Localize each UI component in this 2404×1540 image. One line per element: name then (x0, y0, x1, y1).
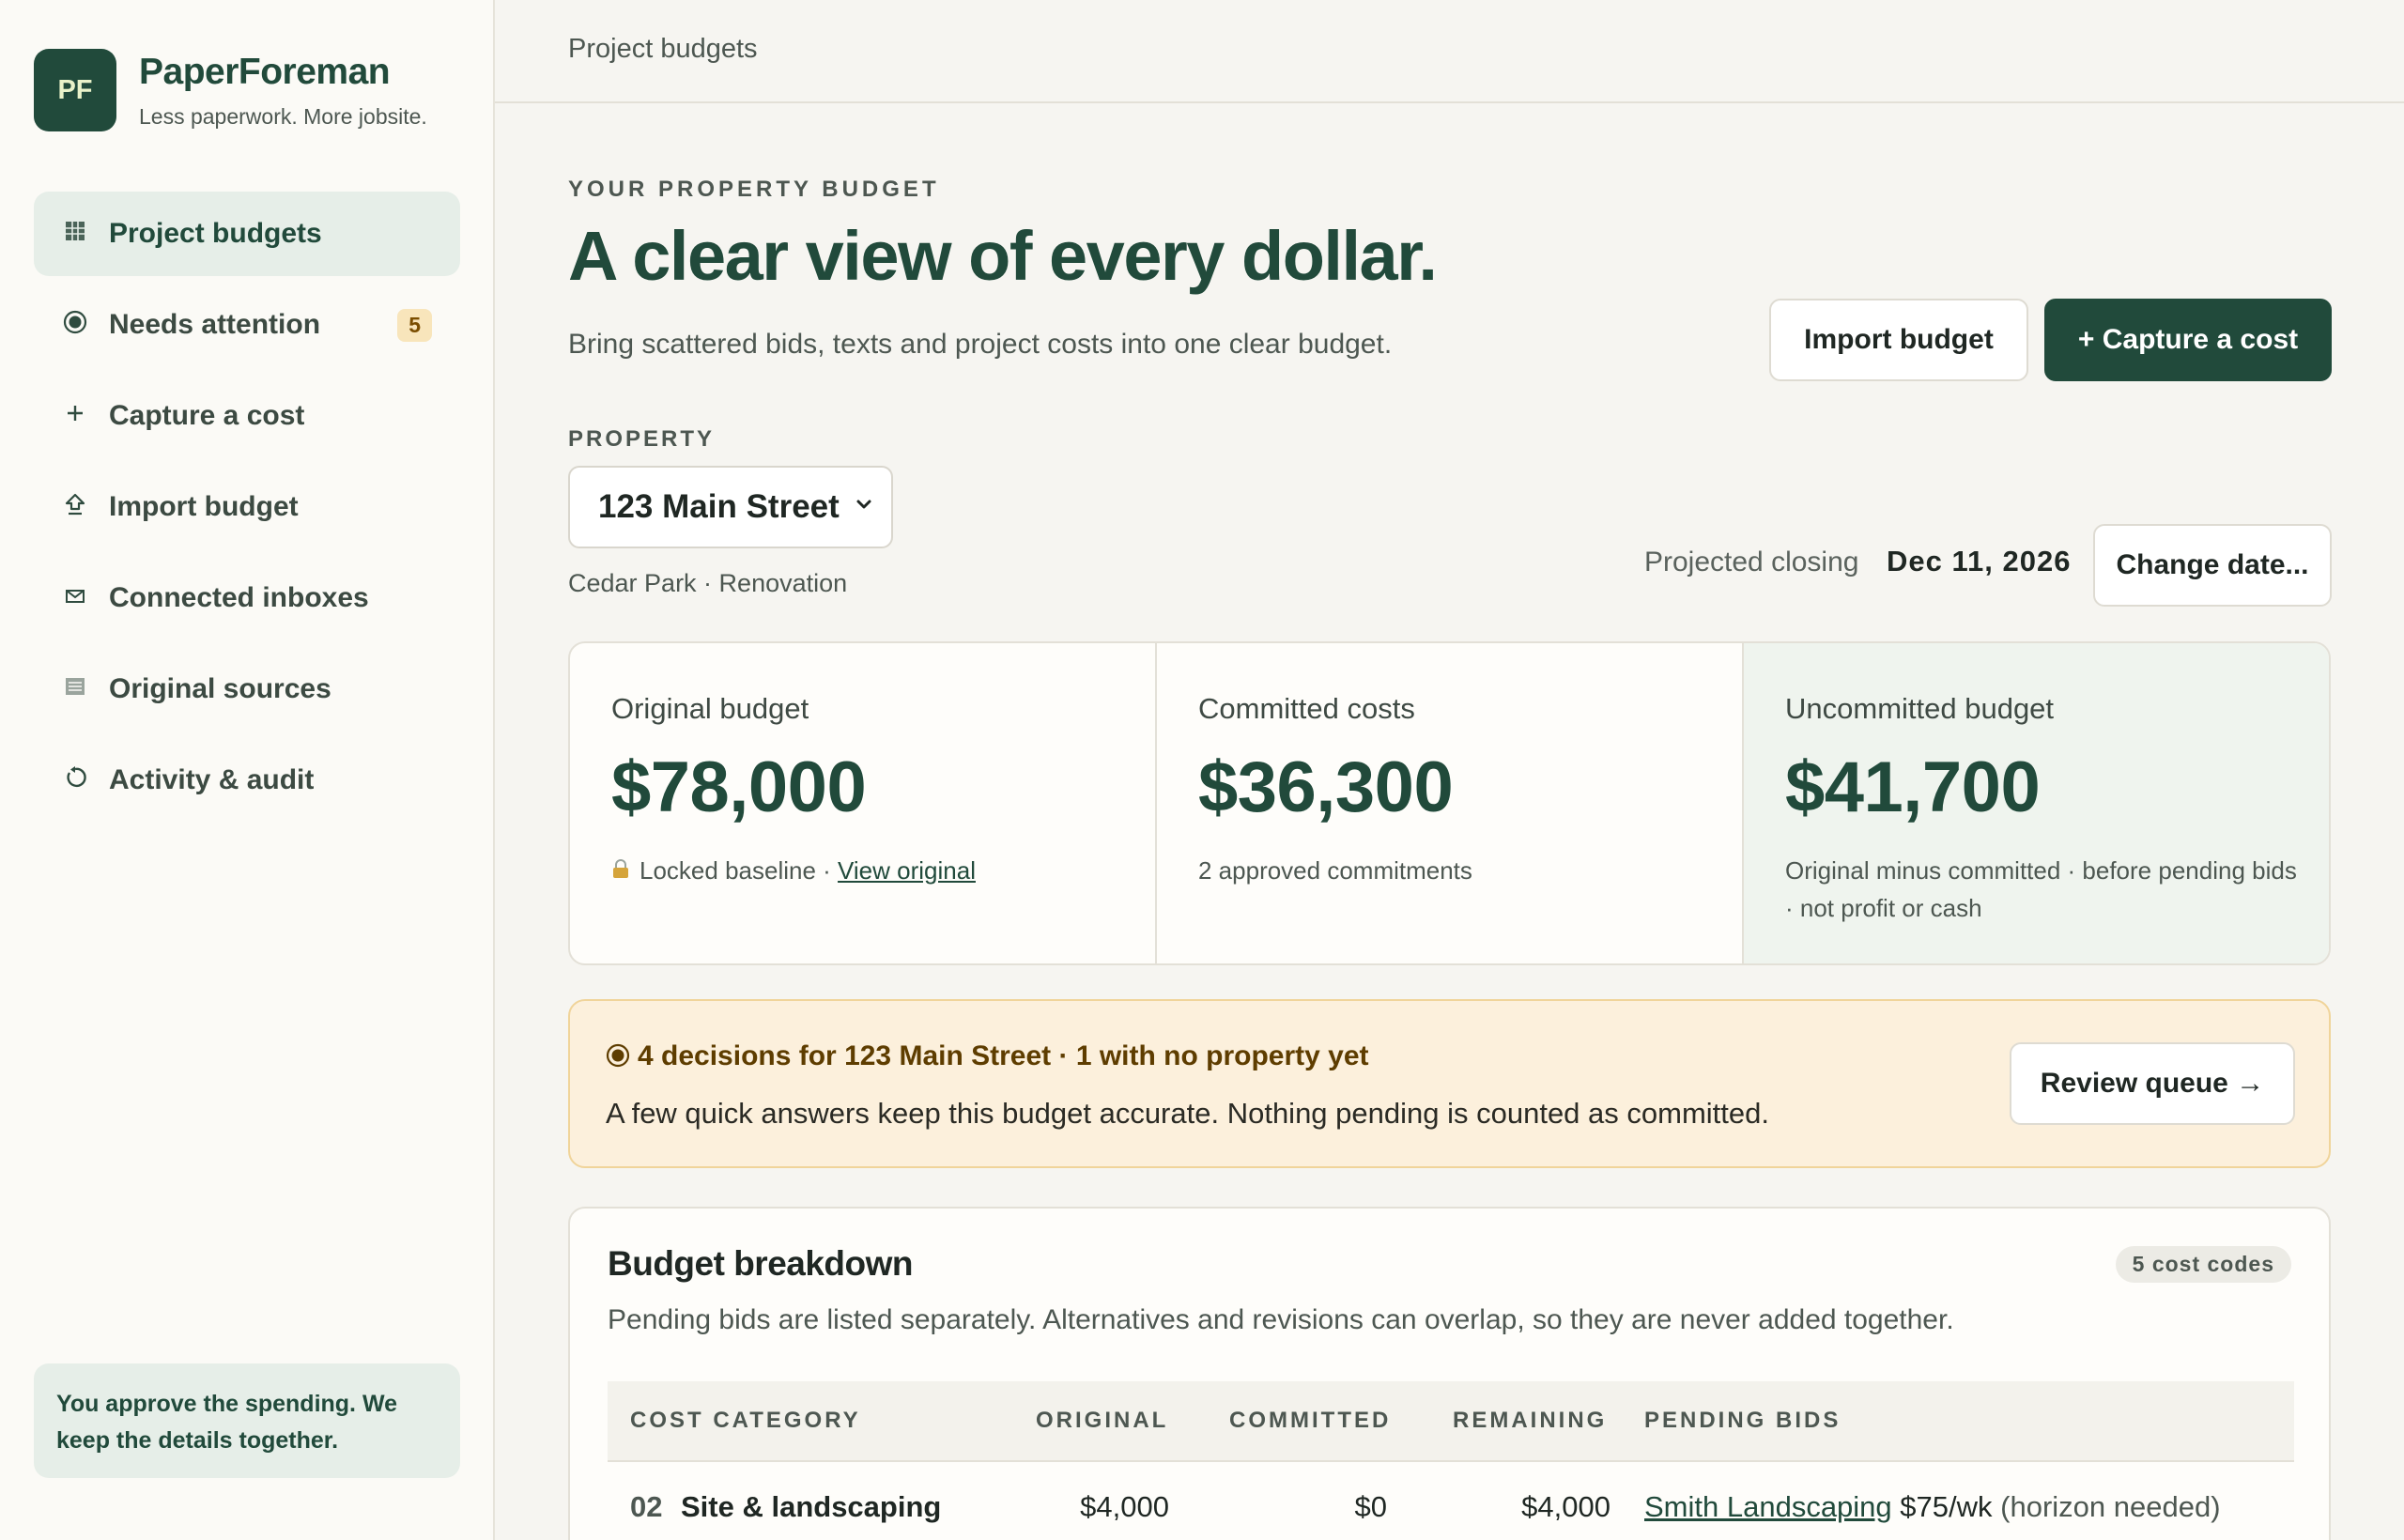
pending-bids: Smith Landscaping $75/wk (horizon needed… (1644, 1490, 2221, 1524)
sidebar-item-label: Activity & audit (109, 764, 315, 795)
view-original-link[interactable]: View original (838, 856, 976, 885)
pending-bid-amount: $75/wk (1900, 1490, 1993, 1523)
property-select[interactable]: 123 Main Street (568, 466, 893, 548)
upload-icon (62, 492, 88, 523)
sidebar-nav: Project budgets Needs attention 5 Captur… (34, 192, 460, 829)
attention-alert: 4 decisions for 123 Main Street · 1 with… (568, 999, 2331, 1168)
stat-note-text: Locked baseline · (640, 856, 839, 885)
sidebar-note: You approve the spending. We keep the de… (34, 1363, 460, 1478)
column-header-remaining: REMAINING (1453, 1408, 1608, 1433)
budget-breakdown: Budget breakdown 5 cost codes Pending bi… (568, 1207, 2331, 1540)
brand[interactable]: PF PaperForeman Less paperwork. More job… (34, 49, 427, 131)
document-icon (62, 675, 88, 704)
capture-cost-button[interactable]: + Capture a cost (2044, 299, 2332, 381)
target-icon (62, 310, 88, 341)
stat-note: Locked baseline · View original (611, 852, 1137, 891)
budget-summary: Original budget $78,000 Locked baseline … (568, 641, 2331, 965)
column-header-committed: COMMITTED (1229, 1408, 1392, 1433)
stat-original-budget: Original budget $78,000 Locked baseline … (570, 643, 1157, 963)
page-title: A clear view of every dollar. (568, 217, 1438, 295)
brand-logo: PF (34, 49, 116, 131)
eyebrow: YOUR PROPERTY BUDGET (568, 177, 940, 202)
cost-codes-badge: 5 cost codes (2115, 1246, 2291, 1283)
alert-body: A few quick answers keep this budget acc… (606, 1097, 1769, 1130)
stat-value: $36,300 (1198, 747, 1454, 827)
property-select-value: 123 Main Street (598, 488, 840, 525)
stat-committed-costs: Committed costs $36,300 2 approved commi… (1157, 643, 1744, 963)
breakdown-table: COST CATEGORY ORIGINAL COMMITTED REMAINI… (608, 1381, 2294, 1540)
property-subtitle: Cedar Park · Renovation (568, 569, 848, 597)
sidebar-item-project-budgets[interactable]: Project budgets (34, 192, 460, 276)
table-header: COST CATEGORY ORIGINAL COMMITTED REMAINI… (608, 1381, 2294, 1462)
table-row[interactable]: 02 Site & landscaping $4,000 $0 $4,000 S… (608, 1462, 2294, 1540)
grid-icon (62, 220, 88, 249)
stat-title: Original budget (611, 692, 809, 725)
history-icon (62, 765, 88, 796)
cost-code: 02 (630, 1490, 663, 1523)
stat-value: $78,000 (611, 747, 867, 827)
sidebar-item-label: Connected inboxes (109, 582, 369, 613)
remaining-amount: $4,000 (1521, 1490, 1610, 1523)
stat-note: Original minus committed · before pendin… (1785, 856, 2297, 922)
sidebar-item-needs-attention[interactable]: Needs attention 5 (34, 283, 460, 367)
stat-title: Committed costs (1198, 692, 1415, 725)
projected-closing-label: Projected closing (1644, 547, 1859, 578)
topbar: Project budgets (495, 0, 2404, 103)
change-date-button[interactable]: Change date... (2093, 524, 2332, 607)
sidebar: PF PaperForeman Less paperwork. More job… (0, 0, 495, 1540)
sidebar-item-label: Original sources (109, 673, 331, 704)
column-header-pending-bids: PENDING BIDS (1644, 1408, 1842, 1433)
column-header-original: ORIGINAL (1036, 1408, 1169, 1433)
property-label: PROPERTY (568, 426, 716, 452)
sidebar-item-import-budget[interactable]: Import budget (34, 465, 460, 549)
section-subtitle: Pending bids are listed separately. Alte… (608, 1304, 1954, 1335)
brand-name: PaperForeman (139, 51, 391, 92)
review-queue-button[interactable]: Review queue → (2010, 1042, 2295, 1125)
sidebar-item-connected-inboxes[interactable]: Connected inboxes (34, 556, 460, 640)
original-amount: $4,000 (1080, 1490, 1169, 1523)
stat-title: Uncommitted budget (1785, 692, 2055, 725)
lock-icon (611, 854, 630, 891)
sidebar-item-label: Project budgets (109, 218, 322, 249)
stat-uncommitted-budget: Uncommitted budget $41,700 Original minu… (1744, 643, 2329, 963)
brand-tagline: Less paperwork. More jobsite. (139, 103, 427, 129)
page-subtitle: Bring scattered bids, texts and project … (568, 329, 1393, 360)
sidebar-item-label: Import budget (109, 491, 299, 522)
pending-bid-note: (horizon needed) (2000, 1490, 2221, 1523)
pending-bid-link[interactable]: Smith Landscaping (1644, 1490, 1892, 1523)
breadcrumb: Project budgets (568, 34, 758, 64)
sidebar-item-capture-cost[interactable]: Capture a cost (34, 374, 460, 458)
sidebar-item-activity-audit[interactable]: Activity & audit (34, 738, 460, 823)
chevron-down-icon (854, 494, 874, 515)
committed-amount: $0 (1354, 1490, 1387, 1523)
alert-title-text: 4 decisions for 123 Main Street · 1 with… (638, 1040, 1369, 1071)
projected-closing-date: Dec 11, 2026 (1887, 545, 2072, 578)
column-header-category: COST CATEGORY (630, 1408, 861, 1433)
import-budget-button[interactable]: Import budget (1769, 299, 2028, 381)
envelope-icon (62, 585, 88, 611)
count-badge: 5 (397, 308, 432, 342)
alert-title: 4 decisions for 123 Main Street · 1 with… (606, 1040, 1369, 1075)
sidebar-item-original-sources[interactable]: Original sources (34, 647, 460, 732)
cost-category: Site & landscaping (681, 1490, 942, 1523)
plus-icon (62, 403, 88, 430)
target-icon (606, 1043, 630, 1075)
stat-value: $41,700 (1785, 747, 2041, 827)
sidebar-item-label: Needs attention (109, 309, 321, 340)
stat-note: 2 approved commitments (1198, 856, 1472, 885)
section-title: Budget breakdown (608, 1244, 914, 1283)
sidebar-item-label: Capture a cost (109, 400, 305, 431)
